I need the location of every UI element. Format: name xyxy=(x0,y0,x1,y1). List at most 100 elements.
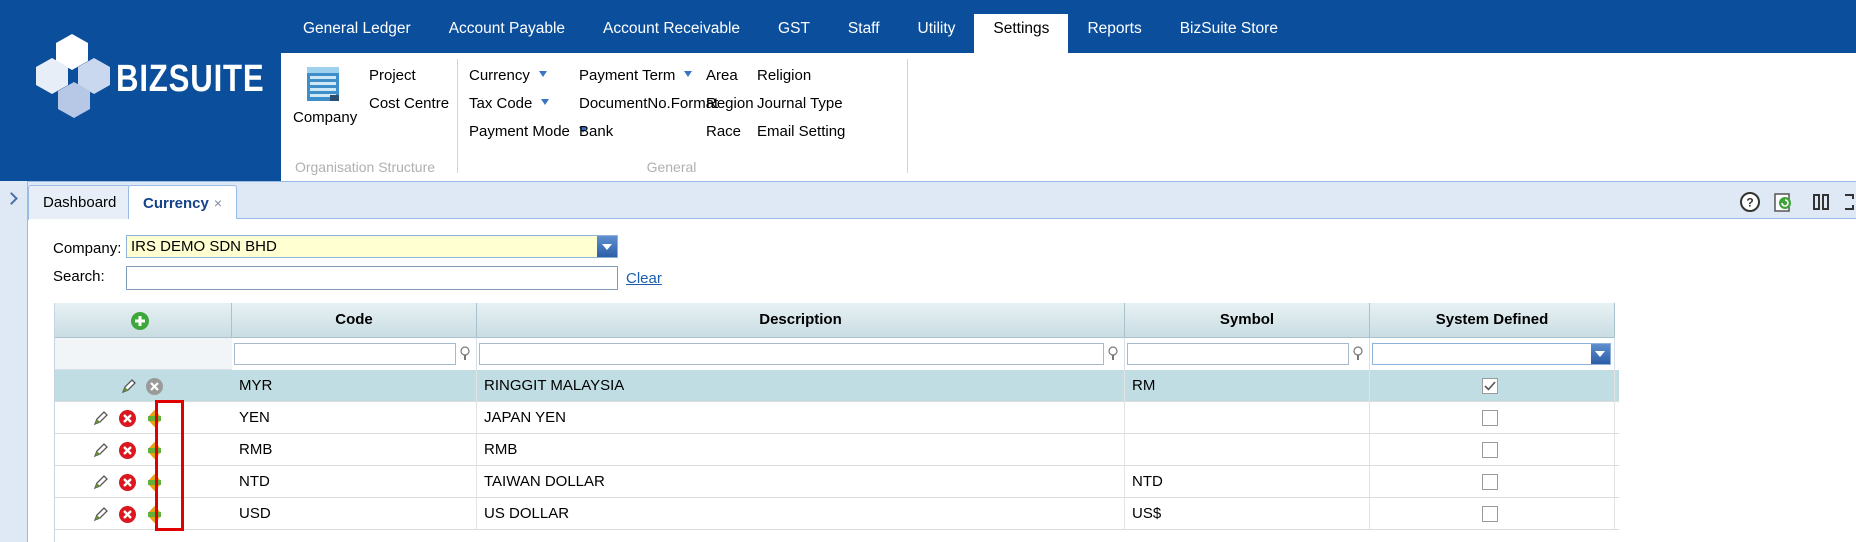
filter-icon[interactable] xyxy=(459,346,471,362)
close-icon[interactable]: × xyxy=(214,195,222,211)
logo-text: BIZSUITE xyxy=(116,58,265,100)
cell-system-defined xyxy=(1370,370,1615,402)
nav-tab-account-payable[interactable]: Account Payable xyxy=(430,14,584,53)
system-defined-checkbox[interactable] xyxy=(1482,442,1498,458)
system-defined-checkbox[interactable] xyxy=(1482,410,1498,426)
nav-tab-staff[interactable]: Staff xyxy=(829,14,899,53)
edit-icon[interactable] xyxy=(91,505,110,524)
ribbon-bank-button[interactable]: Bank xyxy=(579,123,613,140)
table-row[interactable]: YEN JAPAN YEN xyxy=(55,402,1619,434)
nav-tab-account-receivable[interactable]: Account Receivable xyxy=(584,14,759,53)
edit-icon[interactable] xyxy=(91,409,110,428)
split-view-icon[interactable] xyxy=(1810,191,1832,213)
side-panel-collapse[interactable] xyxy=(0,181,28,542)
nav-tab-utility[interactable]: Utility xyxy=(899,14,975,53)
filter-row xyxy=(55,338,1615,370)
table-row[interactable]: MYR RINGGIT MALAYSIA RM xyxy=(55,370,1619,402)
ribbon-race-button[interactable]: Race xyxy=(706,123,741,140)
delete-icon[interactable] xyxy=(118,409,137,428)
ribbon-group-label-general: General xyxy=(646,159,697,175)
ribbon-company-button[interactable]: Company xyxy=(293,63,357,126)
column-header-symbol[interactable]: Symbol xyxy=(1125,303,1370,338)
cell-system-defined xyxy=(1370,402,1615,434)
chevron-down-icon[interactable] xyxy=(597,236,617,257)
column-header-system-defined[interactable]: System Defined xyxy=(1370,303,1615,338)
currency-grid: Code Description Symbol System Defined M… xyxy=(54,303,1619,542)
ribbon-payment-mode-label: Payment Mode xyxy=(469,123,570,140)
delete-icon[interactable] xyxy=(118,473,137,492)
panel-tab-bar: Dashboard Currency × ? xyxy=(0,181,1856,221)
ribbon-tax-code-menu[interactable]: Tax Code xyxy=(469,95,550,112)
nav-tab-general-ledger[interactable]: General Ledger xyxy=(284,14,430,53)
svg-text:?: ? xyxy=(1746,196,1753,210)
ribbon-project-button[interactable]: Project xyxy=(369,67,416,84)
tab-currency[interactable]: Currency × xyxy=(128,185,238,221)
nav-tab-gst[interactable]: GST xyxy=(759,14,829,53)
ribbon-religion-button[interactable]: Religion xyxy=(757,67,811,84)
delete-icon[interactable] xyxy=(118,441,137,460)
ribbon-area-button[interactable]: Area xyxy=(706,67,738,84)
ribbon-email-setting-button[interactable]: Email Setting xyxy=(757,123,845,140)
table-row[interactable]: USD US DOLLAR US$ xyxy=(55,498,1619,530)
ribbon-separator xyxy=(907,59,908,173)
chevron-down-icon[interactable] xyxy=(1591,344,1610,364)
ribbon-group-organisation: Company Project Cost Centre Organisation… xyxy=(281,59,449,175)
add-column-header xyxy=(55,303,232,338)
edit-icon[interactable] xyxy=(119,377,138,396)
cell-system-defined xyxy=(1370,434,1615,466)
filter-description-input[interactable] xyxy=(479,343,1104,365)
ribbon-currency-menu[interactable]: Currency xyxy=(469,67,547,84)
delete-icon[interactable] xyxy=(118,505,137,524)
ribbon-region-button[interactable]: Region xyxy=(706,95,754,112)
filter-icon[interactable] xyxy=(1107,346,1119,362)
ribbon-payment-term-menu[interactable]: Payment Term xyxy=(579,67,693,84)
cell-code: USD xyxy=(232,498,477,530)
add-icon[interactable] xyxy=(130,311,150,331)
refresh-icon[interactable] xyxy=(1772,191,1794,213)
cell-description: JAPAN YEN xyxy=(477,402,1125,434)
nav-tab-bizsuite-store[interactable]: BizSuite Store xyxy=(1161,14,1297,53)
chevron-down-icon xyxy=(684,71,693,78)
table-row[interactable]: NTD TAIWAN DOLLAR NTD xyxy=(55,466,1619,498)
cell-description: RINGGIT MALAYSIA xyxy=(477,370,1125,402)
ribbon-payment-term-label: Payment Term xyxy=(579,67,676,84)
column-header-code[interactable]: Code xyxy=(232,303,477,338)
edit-icon[interactable] xyxy=(91,473,110,492)
ribbon-group-label-organisation: Organisation Structure xyxy=(294,159,436,175)
ribbon-payment-mode-menu[interactable]: Payment Mode xyxy=(469,123,587,140)
system-defined-checkbox[interactable] xyxy=(1482,506,1498,522)
system-defined-checkbox[interactable] xyxy=(1482,378,1498,394)
filter-cell-description xyxy=(477,338,1125,370)
ribbon-tax-code-label: Tax Code xyxy=(469,95,533,112)
nav-tab-reports[interactable]: Reports xyxy=(1068,14,1160,53)
cell-symbol: RM xyxy=(1125,370,1370,402)
table-row[interactable]: RMB RMB xyxy=(55,434,1619,466)
filter-cell-symbol xyxy=(1125,338,1370,370)
nav-tab-settings[interactable]: Settings xyxy=(974,14,1069,53)
system-defined-checkbox[interactable] xyxy=(1482,474,1498,490)
help-icon[interactable]: ? xyxy=(1739,191,1761,213)
cell-symbol xyxy=(1125,402,1370,434)
filter-code-input[interactable] xyxy=(234,343,456,365)
company-select[interactable]: IRS DEMO SDN BHD xyxy=(126,235,618,258)
ribbon-doc-no-format-button[interactable]: DocumentNo.Format xyxy=(579,95,718,112)
tab-dashboard[interactable]: Dashboard xyxy=(28,185,132,220)
cell-description: US DOLLAR xyxy=(477,498,1125,530)
clear-link[interactable]: Clear xyxy=(626,270,662,287)
ribbon-journal-type-button[interactable]: Journal Type xyxy=(757,95,843,112)
cell-symbol xyxy=(1125,434,1370,466)
cell-description: RMB xyxy=(477,434,1125,466)
cell-description: TAIWAN DOLLAR xyxy=(477,466,1125,498)
filter-icon[interactable] xyxy=(1352,346,1364,362)
filter-symbol-input[interactable] xyxy=(1127,343,1349,365)
app-header: BIZSUITE General Ledger Account Payable … xyxy=(0,0,1856,181)
tab-currency-label: Currency xyxy=(143,195,209,212)
ribbon-cost-centre-button[interactable]: Cost Centre xyxy=(369,95,449,112)
maximize-icon[interactable] xyxy=(1842,191,1856,213)
edit-icon[interactable] xyxy=(91,441,110,460)
search-input[interactable] xyxy=(126,266,618,290)
cell-symbol: US$ xyxy=(1125,498,1370,530)
filter-system-defined-select[interactable] xyxy=(1372,343,1611,365)
column-header-description[interactable]: Description xyxy=(477,303,1125,338)
cell-code: YEN xyxy=(232,402,477,434)
